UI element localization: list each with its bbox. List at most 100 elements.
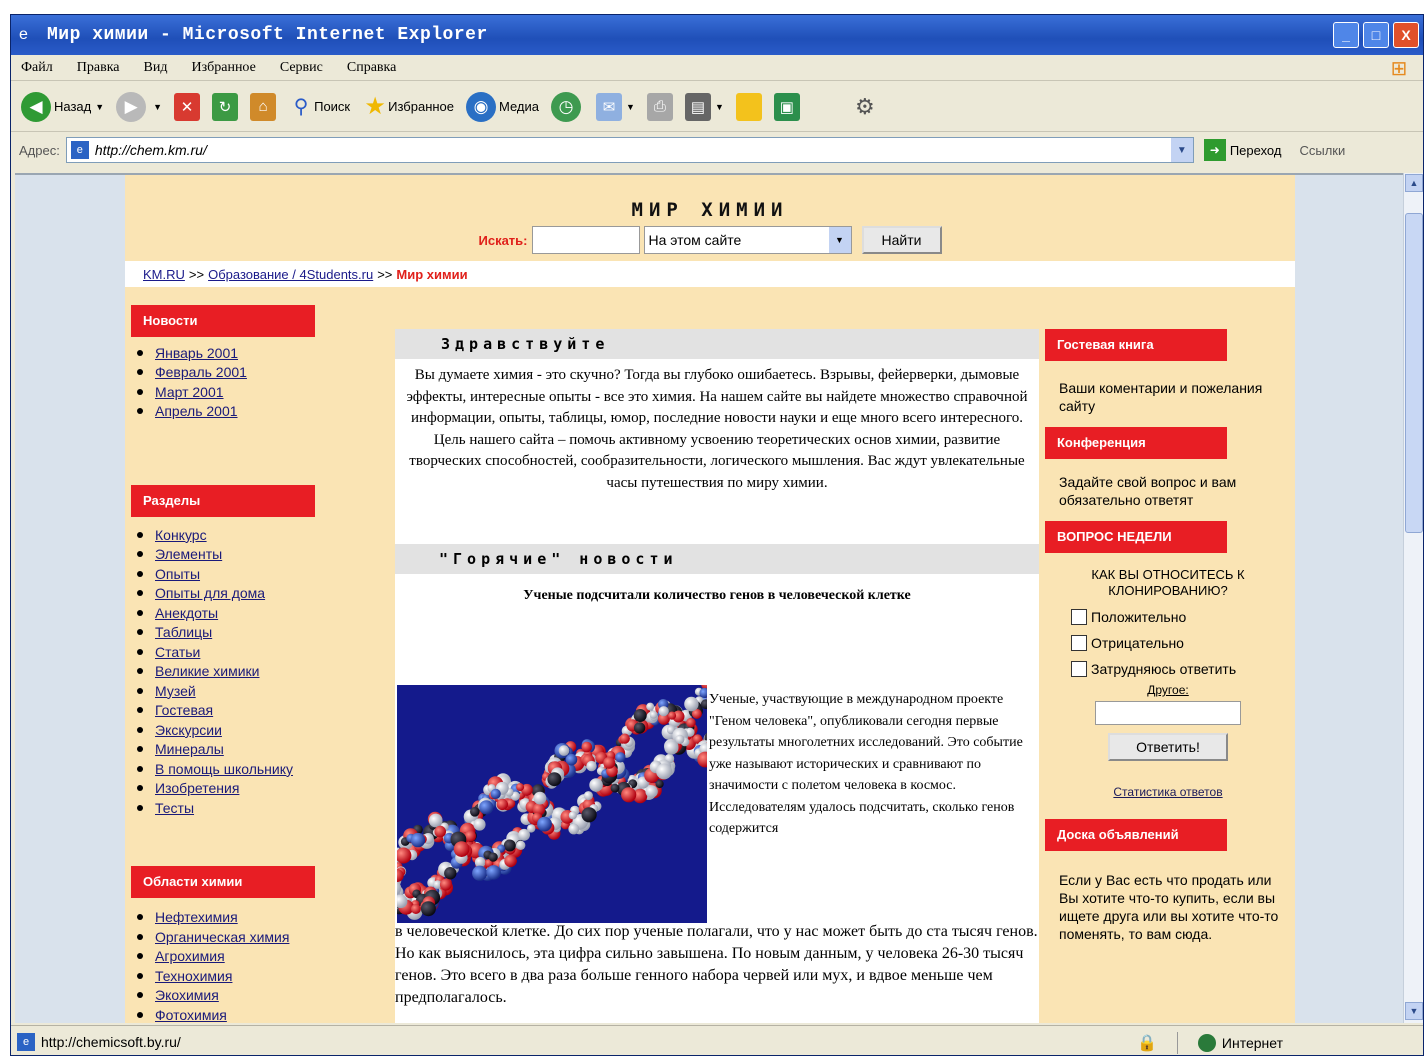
- list-item[interactable]: Январь 2001: [137, 343, 389, 363]
- back-dropdown-icon[interactable]: ▼: [95, 102, 104, 112]
- mail-button[interactable]: ✉ ▼: [596, 92, 635, 121]
- breadcrumb-link-education[interactable]: Образование / 4Students.ru: [208, 267, 373, 282]
- board-text: Если у Вас есть что продать или Вы хотит…: [1059, 872, 1279, 942]
- go-button[interactable]: ➜ Переход: [1203, 139, 1281, 161]
- search-button[interactable]: ⚲ Поиск: [288, 93, 350, 121]
- discuss-button[interactable]: [735, 92, 762, 121]
- edit-dropdown-icon[interactable]: ▼: [715, 102, 724, 112]
- menu-file[interactable]: Файл: [21, 60, 53, 76]
- list-item[interactable]: Таблицы: [137, 623, 389, 643]
- media-button[interactable]: ◉ Медиа: [466, 91, 539, 122]
- list-item[interactable]: Опыты для дома: [137, 584, 389, 604]
- list-item[interactable]: Технохимия: [137, 966, 389, 986]
- poll-option-negative[interactable]: Отрицательно: [1053, 635, 1283, 651]
- edit-button[interactable]: ▤ ▼: [684, 92, 724, 121]
- list-item[interactable]: Гостевая: [137, 701, 389, 721]
- print-button[interactable]: ⎙: [646, 92, 673, 121]
- poll-question: КАК ВЫ ОТНОСИТЕСЬ К КЛОНИРОВАНИЮ?: [1091, 567, 1245, 598]
- address-dropdown-icon[interactable]: ▼: [1170, 138, 1193, 162]
- maximize-button[interactable]: □: [1363, 22, 1389, 48]
- page-icon: e: [17, 1032, 35, 1051]
- board-header[interactable]: Доска объявлений: [1045, 819, 1227, 851]
- menu-view[interactable]: Вид: [144, 60, 168, 76]
- list-item[interactable]: Опыты: [137, 564, 389, 584]
- list-item[interactable]: В помощь школьнику: [137, 759, 389, 779]
- scroll-down-icon[interactable]: ▼: [1405, 1002, 1423, 1020]
- list-item[interactable]: Агрохимия: [137, 947, 389, 967]
- search-scope-select[interactable]: На этом сайте ▼: [643, 226, 852, 254]
- history-button[interactable]: ◷: [551, 91, 584, 122]
- poll-results-link[interactable]: Статистика ответов: [1053, 785, 1283, 799]
- select-arrow-icon: ▼: [828, 227, 851, 253]
- messenger-button[interactable]: ▣: [773, 92, 800, 121]
- checkbox[interactable]: [1071, 609, 1087, 625]
- other-input[interactable]: [1095, 701, 1241, 725]
- refresh-icon: ↻: [212, 92, 239, 121]
- menu-help[interactable]: Справка: [347, 60, 396, 76]
- poll-option-positive[interactable]: Положительно: [1053, 609, 1283, 625]
- forward-button[interactable]: ▶ ▼: [116, 91, 162, 122]
- home-button[interactable]: ⌂: [250, 92, 277, 121]
- ie-icon: e: [19, 26, 28, 43]
- mail-dropdown-icon[interactable]: ▼: [626, 102, 635, 112]
- conference-header[interactable]: Конференция: [1045, 427, 1227, 459]
- vertical-scrollbar[interactable]: ▲ ▼: [1403, 173, 1423, 1023]
- forward-dropdown-icon[interactable]: ▼: [153, 102, 162, 112]
- menu-tools[interactable]: Сервис: [280, 60, 323, 76]
- menu-edit[interactable]: Правка: [77, 60, 120, 76]
- list-item[interactable]: Великие химики: [137, 662, 389, 682]
- list-item[interactable]: Статьи: [137, 642, 389, 662]
- list-item[interactable]: Нефтехимия: [137, 908, 389, 928]
- poll-option-unsure[interactable]: Затрудняюсь ответить: [1053, 661, 1283, 677]
- close-button[interactable]: X: [1393, 22, 1419, 48]
- atom-sphere: [664, 740, 679, 755]
- address-url[interactable]: http://chem.km.ru/: [95, 142, 207, 158]
- minimize-button[interactable]: _: [1333, 22, 1359, 48]
- list-item[interactable]: Конкурс: [137, 525, 389, 545]
- folder-icon: [735, 92, 762, 121]
- stop-button[interactable]: ✕: [174, 92, 201, 121]
- news-header: Новости: [131, 305, 315, 337]
- news-body-text: в человеческой клетке. До сих пор ученые…: [395, 923, 1038, 1006]
- list-item[interactable]: Минералы: [137, 740, 389, 760]
- list-item[interactable]: Фотохимия: [137, 1005, 389, 1023]
- title-bar[interactable]: e Мир химии - Microsoft Internet Explore…: [11, 15, 1423, 55]
- refresh-button[interactable]: ↻: [212, 92, 239, 121]
- vote-button[interactable]: Ответить!: [1108, 733, 1228, 761]
- atom-sphere: [603, 756, 616, 769]
- list-item[interactable]: Анекдоты: [137, 603, 389, 623]
- links-button[interactable]: Ссылки: [1299, 143, 1345, 158]
- list-item[interactable]: Изобретения: [137, 779, 389, 799]
- list-item[interactable]: Апрель 2001: [137, 402, 389, 422]
- address-input[interactable]: e http://chem.km.ru/ ▼: [65, 137, 1194, 163]
- breadcrumb-current: Мир химии: [396, 266, 468, 282]
- checkbox[interactable]: [1071, 635, 1087, 651]
- atom-sphere: [453, 841, 470, 857]
- breadcrumb: KM.RU >> Образование / 4Students.ru >> М…: [125, 261, 1295, 287]
- list-item[interactable]: Тесты: [137, 798, 389, 818]
- favorites-button[interactable]: ★ Избранное: [362, 93, 454, 121]
- tool-button[interactable]: ⚙: [852, 93, 878, 121]
- scroll-up-icon[interactable]: ▲: [1405, 174, 1423, 192]
- atom-sphere: [610, 783, 620, 793]
- guestbook-header[interactable]: Гостевая книга: [1045, 329, 1227, 361]
- list-item[interactable]: Экохимия: [137, 986, 389, 1006]
- atom-sphere: [686, 717, 696, 728]
- search-label: Поиск: [314, 99, 351, 114]
- back-label: Назад: [54, 99, 92, 114]
- list-item[interactable]: Музей: [137, 681, 389, 701]
- list-item[interactable]: Элементы: [137, 545, 389, 565]
- scroll-thumb[interactable]: [1405, 213, 1423, 533]
- news-archive-list: Январь 2001 Февраль 2001 Март 2001 Апрел…: [131, 343, 389, 421]
- list-item[interactable]: Март 2001: [137, 382, 389, 402]
- list-item[interactable]: Экскурсии: [137, 720, 389, 740]
- back-button[interactable]: ◀ Назад ▼: [21, 91, 104, 122]
- breadcrumb-link-km[interactable]: KM.RU: [143, 267, 185, 282]
- list-item[interactable]: Органическая химия: [137, 927, 389, 947]
- menu-favorites[interactable]: Избранное: [191, 60, 255, 76]
- site-search-button[interactable]: Найти: [861, 226, 942, 254]
- atom-sphere: [420, 901, 436, 917]
- site-search-input[interactable]: [531, 226, 640, 254]
- list-item[interactable]: Февраль 2001: [137, 363, 389, 383]
- checkbox[interactable]: [1071, 661, 1087, 677]
